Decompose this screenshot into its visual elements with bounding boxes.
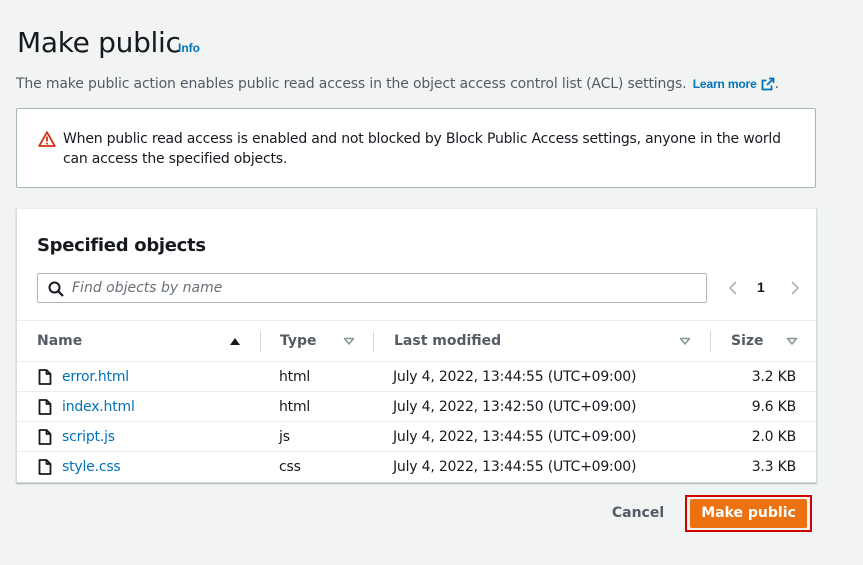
page-description: The make public action enables public re…: [16, 76, 779, 92]
object-size: 2.0 KB: [751, 429, 797, 445]
warning-icon: [38, 131, 56, 147]
next-page-icon[interactable]: [787, 280, 803, 296]
sort-caret-down-icon[interactable]: [786, 335, 798, 347]
search-field[interactable]: [37, 273, 707, 303]
file-icon: [38, 369, 52, 385]
file-icon: [38, 399, 52, 415]
object-size: 9.6 KB: [751, 399, 797, 415]
column-separator: [260, 331, 261, 352]
info-link[interactable]: Info: [178, 41, 200, 55]
external-link-icon[interactable]: [761, 77, 775, 91]
alert-text: When public read access is enabled and n…: [63, 131, 781, 167]
column-header-last-modified[interactable]: Last modified: [394, 321, 501, 361]
learn-more-link[interactable]: Learn more: [693, 77, 775, 91]
column-separator: [710, 331, 711, 352]
object-name-link[interactable]: style.css: [62, 452, 121, 482]
object-name-link[interactable]: index.html: [62, 392, 135, 422]
learn-more-label[interactable]: Learn more: [693, 77, 757, 91]
object-name-link[interactable]: error.html: [62, 362, 129, 392]
file-icon: [38, 459, 52, 475]
file-icon: [38, 429, 52, 445]
cancel-button[interactable]: Cancel: [600, 498, 676, 528]
table-row: error.html html July 4, 2022, 13:44:55 (…: [17, 362, 816, 392]
object-last-modified: July 4, 2022, 13:44:55 (UTC+09:00): [393, 369, 637, 385]
warning-alert: When public read access is enabled and n…: [16, 108, 816, 188]
object-size: 3.3 KB: [751, 459, 797, 475]
make-public-highlight: Make public: [685, 495, 812, 532]
object-type: html: [279, 399, 311, 415]
object-last-modified: July 4, 2022, 13:44:55 (UTC+09:00): [393, 459, 637, 475]
make-public-button[interactable]: Make public: [690, 499, 807, 528]
table-row: style.css css July 4, 2022, 13:44:55 (UT…: [17, 452, 816, 482]
sort-caret-down-icon[interactable]: [343, 335, 355, 347]
column-separator: [373, 331, 374, 352]
table-row: script.js js July 4, 2022, 13:44:55 (UTC…: [17, 422, 816, 452]
table-row: index.html html July 4, 2022, 13:42:50 (…: [17, 392, 816, 422]
object-type: js: [279, 429, 290, 445]
current-page-number[interactable]: 1: [757, 279, 765, 295]
description-period: .: [774, 76, 779, 92]
object-last-modified: July 4, 2022, 13:42:50 (UTC+09:00): [393, 399, 637, 415]
table-header: Name Type Last modified Size: [17, 320, 816, 362]
sort-caret-down-icon[interactable]: [679, 335, 691, 347]
object-name-link[interactable]: script.js: [62, 422, 115, 452]
column-header-size[interactable]: Size: [731, 321, 764, 361]
description-text: The make public action enables public re…: [16, 76, 687, 92]
search-icon: [48, 281, 64, 297]
previous-page-icon[interactable]: [725, 280, 741, 296]
object-size: 3.2 KB: [751, 369, 797, 385]
page-title: Make public: [17, 26, 181, 59]
pagination: 1: [723, 273, 803, 303]
column-header-name[interactable]: Name: [37, 321, 82, 361]
panel-title: Specified objects: [37, 235, 206, 256]
object-type: css: [279, 459, 301, 475]
sort-ascending-icon[interactable]: [229, 335, 241, 347]
object-last-modified: July 4, 2022, 13:44:55 (UTC+09:00): [393, 429, 637, 445]
object-type: html: [279, 369, 311, 385]
specified-objects-panel: Specified objects 1 Name Type Last modif…: [16, 208, 817, 483]
search-input[interactable]: [72, 274, 692, 302]
objects-table: Name Type Last modified Size error.html …: [17, 320, 816, 482]
column-header-type[interactable]: Type: [280, 321, 317, 361]
